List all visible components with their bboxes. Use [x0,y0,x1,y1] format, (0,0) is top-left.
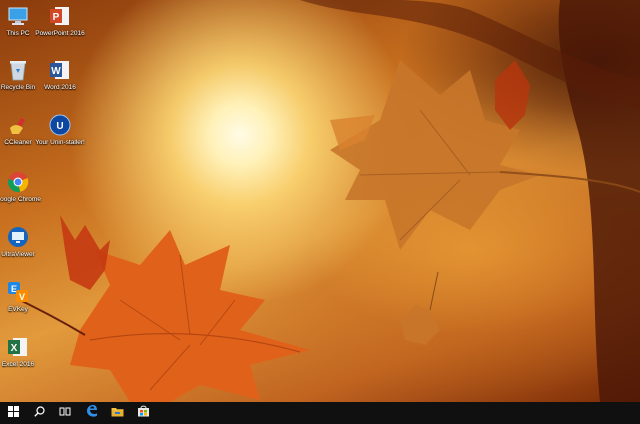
desktop-icon-google-chrome[interactable]: Google Chrome [0,170,41,204]
svg-text:V: V [19,292,25,302]
desktop-icon-excel[interactable]: X Excel 2016 [0,335,38,369]
file-explorer-icon [111,404,124,422]
evkey-icon: EV [6,280,30,304]
search-button[interactable] [26,402,52,424]
desktop-wallpaper [0,0,640,402]
windows-start-icon [7,404,19,422]
desktop-icon-label: UltraViewer [1,251,35,258]
uninstaller-icon: U [48,113,72,137]
file-explorer-button[interactable] [104,402,130,424]
svg-text:W: W [51,66,61,77]
svg-text:X: X [11,343,18,354]
search-icon [33,404,45,422]
excel-icon: X [6,335,30,359]
start-button[interactable] [0,402,26,424]
desktop-icon-label: Your Unin-staller! [35,139,85,146]
desktop-icon-label: Word 2016 [44,84,76,91]
desktop-icon-label: PowerPoint 2016 [35,30,85,37]
desktop-icon-ultraviewer[interactable]: UltraViewer [0,225,38,259]
desktop-icon-label: EVKey [8,306,28,313]
desktop-icon-label: Excel 2016 [1,361,35,368]
svg-text:U: U [56,121,63,132]
store-icon [137,404,150,422]
computer-icon [6,4,30,28]
powerpoint-icon: P [48,4,72,28]
store-button[interactable] [130,402,156,424]
edge-icon [85,404,98,422]
svg-text:P: P [53,12,60,23]
desktop-icon-ccleaner[interactable]: CCleaner [0,113,38,147]
desktop-icon-this-pc[interactable]: This PC [0,4,38,38]
chrome-icon [6,170,30,194]
taskbar [0,402,640,424]
word-icon: W [48,58,72,82]
desktop-icon-powerpoint[interactable]: P PowerPoint 2016 [35,4,85,38]
task-view-button[interactable] [52,402,78,424]
desktop-icon-your-uninstaller[interactable]: U Your Unin-staller! [35,113,85,147]
desktop-icon-evkey[interactable]: EV EVKey [0,280,38,314]
ccleaner-icon [6,113,30,137]
task-view-icon [59,404,71,422]
desktop-icon-word[interactable]: W Word 2016 [40,58,80,92]
ultraviewer-icon [6,225,30,249]
desktop-icon-recycle-bin[interactable]: Recycle Bin [0,58,38,92]
edge-button[interactable] [78,402,104,424]
autumn-leaves-illustration [19,0,640,402]
desktop-icon-label: Google Chrome [0,196,41,203]
recycle-bin-icon [6,58,30,82]
